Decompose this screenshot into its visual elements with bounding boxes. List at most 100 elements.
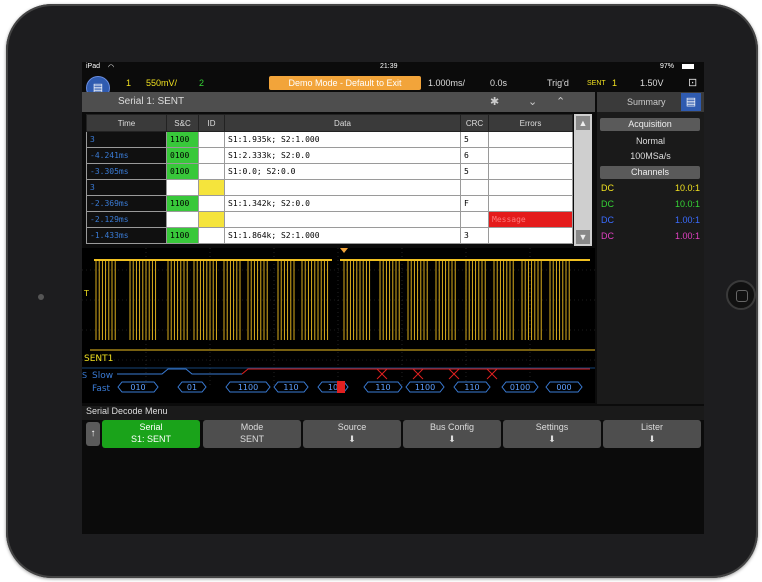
ch2-coupling: DC (601, 199, 614, 209)
table-row[interactable]: 3 (86, 179, 573, 196)
channels-caption[interactable]: Channels (600, 166, 700, 179)
ch2-number[interactable]: 2 (199, 78, 204, 88)
cell-sc (166, 211, 199, 228)
demo-mode-banner[interactable]: Demo Mode - Default to Exit (269, 76, 421, 90)
cell-id (198, 179, 225, 196)
collapse-down-icon[interactable]: ⌄ (528, 95, 537, 108)
device-label: iPad (86, 63, 101, 70)
mode-softkey[interactable]: Mode SENT (203, 420, 301, 448)
cell-sc: 1100 (166, 227, 199, 244)
fast-frame-label: 1100 (238, 383, 258, 392)
cell-time: -2.129ms (86, 211, 167, 228)
cell-data: S1:2.333k; S2:0.0 (224, 147, 461, 164)
trigger-channel[interactable]: 1 (612, 78, 617, 88)
summary-menu-icon[interactable]: ▤ (681, 93, 701, 111)
fast-frame-label: 000 (556, 383, 571, 392)
scroll-down-icon[interactable]: ▼ (576, 230, 590, 244)
table-row[interactable]: -2.369ms 1100 S1:1.342k; S2:0.0 F (86, 195, 573, 212)
cell-sc: 0100 (166, 147, 199, 164)
lister-scrollbar[interactable]: ▲ ▼ (574, 114, 592, 246)
serial-softkey[interactable]: Serial S1: SENT (102, 420, 200, 448)
lister-down-arrow-icon: ⬇ (648, 434, 656, 444)
cell-id (198, 163, 225, 180)
serial-softkey-value: S1: SENT (130, 434, 171, 444)
ios-status-bar: iPad ◠ 21:39 97% (82, 62, 704, 72)
ch4-ratio: 1.00:1 (674, 231, 700, 241)
summary-sidebar: Summary ▤ Acquisition Normal 100MSa/s Ch… (597, 92, 704, 404)
wifi-icon: ◠ (108, 64, 115, 71)
col-time[interactable]: Time (86, 114, 167, 132)
cell-data (224, 211, 461, 228)
timebase[interactable]: 1.000ms/ (428, 78, 465, 88)
trigger-source[interactable]: SENT (587, 80, 606, 87)
settings-softkey[interactable]: Settings ⬇ (503, 420, 601, 448)
cell-data: S1:1.342k; S2:0.0 (224, 195, 461, 212)
table-row[interactable]: -2.129ms Message (86, 211, 573, 228)
cell-id (198, 131, 225, 148)
acquisition-caption[interactable]: Acquisition (600, 118, 700, 131)
home-button[interactable] (726, 280, 756, 310)
cell-crc (460, 211, 489, 228)
table-row[interactable]: -4.241ms 0100 S1:2.333k; S2:0.0 6 (86, 147, 573, 164)
col-sc[interactable]: S&C (166, 114, 199, 132)
cell-errors (488, 227, 573, 244)
trigger-state: Trig'd (547, 78, 569, 88)
delay[interactable]: 0.0s (490, 78, 507, 88)
bus-config-softkey[interactable]: Bus Config ⬇ (403, 420, 501, 448)
acquisition-mode: Normal (635, 136, 665, 146)
trigger-marker: T (83, 289, 89, 298)
cell-time: 3 (86, 131, 167, 148)
scroll-up-icon[interactable]: ▲ (576, 116, 590, 130)
cell-sc: 1100 (166, 195, 199, 212)
source-softkey[interactable]: Source ⬇ (303, 420, 401, 448)
ch2-ratio: 10.0:1 (674, 199, 700, 209)
fast-frame-label: 010 (130, 383, 145, 392)
clock: 21:39 (380, 63, 398, 70)
lister-softkey[interactable]: Lister ⬇ (603, 420, 701, 448)
ch1-scale[interactable]: 550mV/ (146, 78, 177, 88)
bus-label: SENT1 (84, 354, 113, 364)
fast-frame-label: 0100 (510, 383, 530, 392)
collapse-up-icon[interactable]: ⌃ (556, 95, 565, 108)
bus-config-softkey-label: Bus Config (429, 422, 475, 432)
summary-label[interactable]: Summary (627, 97, 666, 107)
ipad-frame: iPad ◠ 21:39 97% ▤ 1 550mV/ 2 1.000ms/ 0… (6, 4, 758, 578)
fast-frame-label: 110 (375, 383, 390, 392)
gear-icon[interactable]: ✱ (490, 95, 499, 108)
ch3-coupling: DC (601, 215, 614, 225)
ch1-number[interactable]: 1 (126, 78, 131, 88)
lister-table: Time S&C ID Data CRC Errors 3 1100 S1:1.… (86, 114, 573, 244)
col-crc[interactable]: CRC (460, 114, 489, 132)
fast-frame-label: 110 (283, 383, 298, 392)
waveform-svg: T SENT1 S Slow Fast 010 01 1100 110 10 110 110… (82, 248, 595, 394)
source-softkey-label: Source (337, 422, 367, 432)
menu-up-arrow-icon[interactable]: ↑ (86, 422, 100, 446)
col-errors[interactable]: Errors (488, 114, 573, 132)
table-row[interactable]: 3 1100 S1:1.935k; S2:1.000 5 (86, 131, 573, 148)
trigger-position-marker (340, 248, 348, 253)
cell-data: S1:1.864k; S2:1.000 (224, 227, 461, 244)
source-down-arrow-icon: ⬇ (348, 434, 356, 444)
serial-softkey-label: Serial (139, 422, 163, 432)
table-row[interactable]: -1.433ms 1100 S1:1.864k; S2:1.000 3 (86, 227, 573, 244)
panel-title: Serial 1: SENT (118, 96, 185, 107)
col-data[interactable]: Data (224, 114, 461, 132)
trigger-level[interactable]: 1.50V (640, 78, 664, 88)
scope-screen: iPad ◠ 21:39 97% ▤ 1 550mV/ 2 1.000ms/ 0… (82, 62, 704, 534)
cell-crc (460, 179, 489, 196)
table-row[interactable]: -3.305ms 0100 S1:0.0; S2:0.0 5 (86, 163, 573, 180)
sample-rate: 100MSa/s (630, 151, 671, 161)
col-id[interactable]: ID (198, 114, 225, 132)
cell-errors (488, 147, 573, 164)
cell-data (224, 179, 461, 196)
waveform-display[interactable]: T SENT1 S Slow Fast 010 01 1100 110 10 110 110… (82, 248, 595, 403)
serial-panel-header: Serial 1: SENT ✱ ⌄ ⌃ (82, 92, 595, 112)
window-icon[interactable]: ⊡ (688, 76, 697, 89)
lister-header: Time S&C ID Data CRC Errors (86, 114, 573, 132)
ch3-ratio: 1.00:1 (674, 215, 700, 225)
cell-id (198, 211, 225, 228)
cell-errors (488, 195, 573, 212)
cell-crc: 6 (460, 147, 489, 164)
camera (38, 294, 44, 300)
cell-time: -3.305ms (86, 163, 167, 180)
